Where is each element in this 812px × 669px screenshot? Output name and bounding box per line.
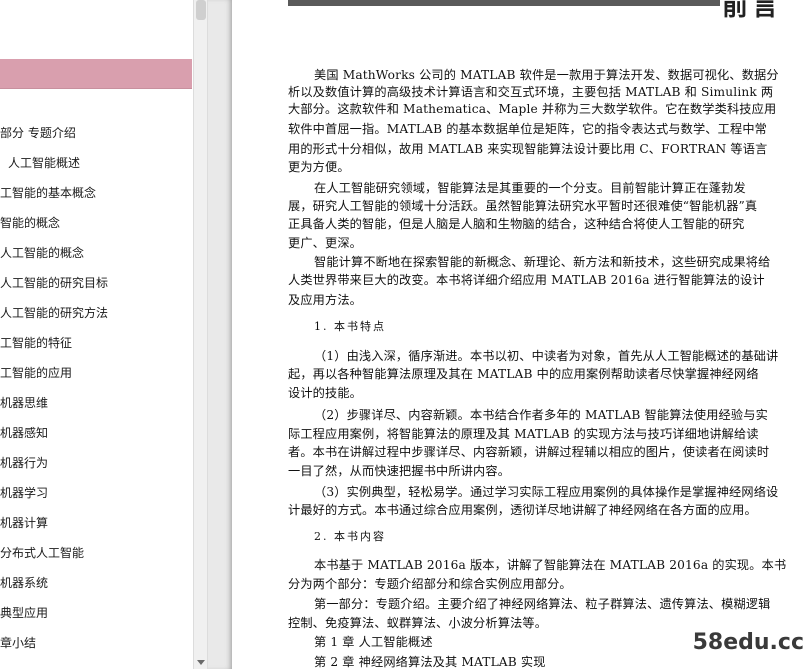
body-text-line: 本书基于 MATLAB 2016a 版本，讲解了智能算法在 MATLAB 201… <box>314 558 787 572</box>
bookmark-item[interactable]: 人工智能概述 <box>8 153 80 173</box>
bookmark-panel: 部分 专题介绍人工智能概述工智能的基本概念 智能的概念人工智能的概念人工智能的研究… <box>0 0 193 669</box>
body-text-line: （1）由浅入深，循序渐进。本书以初、中读者为对象，首先从人工智能概述的基础讲 <box>314 349 779 363</box>
bookmark-item[interactable]: 人工智能的研究目标 <box>0 273 108 293</box>
body-text-line: 人类世界带来巨大的改变。本书将详细介绍应用 MATLAB 2016a 进行智能算… <box>288 273 765 287</box>
page-title: 前言 <box>722 0 783 22</box>
body-text-line: 第 2 章 神经网络算法及其 MATLAB 实现 <box>314 655 546 669</box>
body-text-line: 正具备人类的智能，但是人脑是人脑和生物脑的结合，这种结合将使人工智能的研究 <box>288 217 745 231</box>
bookmark-item[interactable]: 机器学习 <box>0 483 48 503</box>
body-text-line: 者。本书在讲解过程中步骤详尽、内容新颖，讲解过程辅以相应的图片，使读者在阅读时 <box>288 445 770 459</box>
body-text-line: 一目了然，从而快速把握书中所讲内容。 <box>288 464 511 478</box>
body-text-line: 智能计算不断地在探索智能的新概念、新理论、新方法和新技术，这些研究成果将给 <box>314 255 771 269</box>
bookmark-item[interactable]: 机器感知 <box>0 423 48 443</box>
header-rule <box>288 0 720 6</box>
bookmark-item[interactable]: 人工智能的研究方法 <box>0 303 108 323</box>
body-text-line: （3）实例典型，轻松易学。通过学习实际工程应用案例的具体操作是掌握神经网络设 <box>314 485 779 499</box>
document-page: 前言 美国 MathWorks 公司的 MATLAB 软件是一款用于算法开发、数… <box>232 0 812 669</box>
body-text-line: 大部分。这款软件和 Mathematica、Maple 并称为三大数学软件。它在… <box>288 102 777 116</box>
bookmark-item[interactable]: 工智能的特征 <box>0 333 72 353</box>
body-text-line: 际工程应用案例，将智能算法的原理及其 MATLAB 的实现方法与技巧详细地讲解给… <box>288 427 759 441</box>
bookmark-item[interactable]: 机器思维 <box>0 393 48 413</box>
body-text-line: 更广、更深。 <box>288 236 363 250</box>
body-text-line: 更为方便。 <box>288 160 350 174</box>
body-text-line: 在人工智能研究领域，智能算法是其重要的一个分支。目前智能计算正在蓬勃发 <box>314 181 746 195</box>
bookmark-item[interactable]: 分布式人工智能 <box>0 543 84 563</box>
body-text-line: 析以及数值计算的高级技术计算语言和交互式环境，主要包括 MATLAB 和 Sim… <box>288 85 774 99</box>
pane-divider[interactable] <box>208 0 232 669</box>
body-text-line: 用的形式十分相似，故用 MATLAB 来实现智能算法设计要比用 C、FORTRA… <box>288 142 768 156</box>
body-text-line: 及应用方法。 <box>288 293 363 307</box>
body-text-line: 起，再以各种智能算法原理及其在 MATLAB 中的应用案例帮助读者尽快掌握神经网… <box>288 367 759 381</box>
body-text-line: 计最好的方式。本书通过综合应用案例，透彻详尽地讲解了神经网络在各方面的应用。 <box>288 503 757 517</box>
scrollbar-thumb[interactable] <box>196 0 206 20</box>
body-text-line: 控制、免疫算法、蚁群算法、小波分析算法等。 <box>288 616 548 630</box>
scroll-down-arrow-icon[interactable] <box>197 660 205 665</box>
bookmark-item[interactable]: 工智能的基本概念 <box>0 183 96 203</box>
body-text-line: 软件中首屈一指。MATLAB 的基本数据单位是矩阵，它的指令表达式与数学、工程中… <box>288 122 767 136</box>
bookmark-item[interactable]: 人工智能的概念 <box>0 243 84 263</box>
body-text-line: （2）步骤详尽、内容新颖。本书结合作者多年的 MATLAB 智能算法使用经验与实 <box>314 408 768 422</box>
body-text-line: 设计的技能。 <box>288 386 363 400</box>
section-heading: 2. 本书内容 <box>314 530 386 543</box>
body-text-line: 第 1 章 人工智能概述 <box>314 635 433 649</box>
selected-bookmark-highlight[interactable] <box>0 59 192 89</box>
bookmark-item[interactable]: 章小结 <box>0 633 36 653</box>
body-text-line: 美国 MathWorks 公司的 MATLAB 软件是一款用于算法开发、数据可视… <box>314 68 779 82</box>
body-text-line: 展，研究人工智能的领域十分活跃。虽然智能算法研究水平暂时还很难使“智能机器”真 <box>288 199 758 213</box>
bookmark-item[interactable]: 机器计算 <box>0 513 48 533</box>
bookmark-item[interactable]: 典型应用 <box>0 603 48 623</box>
sidebar-scrollbar[interactable] <box>193 0 208 669</box>
watermark-text: 58edu.cc <box>692 630 804 655</box>
section-heading: 1. 本书特点 <box>314 320 386 333</box>
bookmark-item[interactable]: 机器系统 <box>0 573 48 593</box>
bookmark-item[interactable]: 部分 专题介绍 <box>0 123 76 143</box>
body-text-line: 分为两个部分：专题介绍部分和综合实例应用部分。 <box>288 577 572 591</box>
bookmark-item[interactable]: 工智能的应用 <box>0 363 72 383</box>
body-text-line: 第一部分：专题介绍。主要介绍了神经网络算法、粒子群算法、遗传算法、模糊逻辑 <box>314 597 771 611</box>
bookmark-item[interactable]: 智能的概念 <box>0 213 60 233</box>
bookmark-item[interactable]: 机器行为 <box>0 453 48 473</box>
